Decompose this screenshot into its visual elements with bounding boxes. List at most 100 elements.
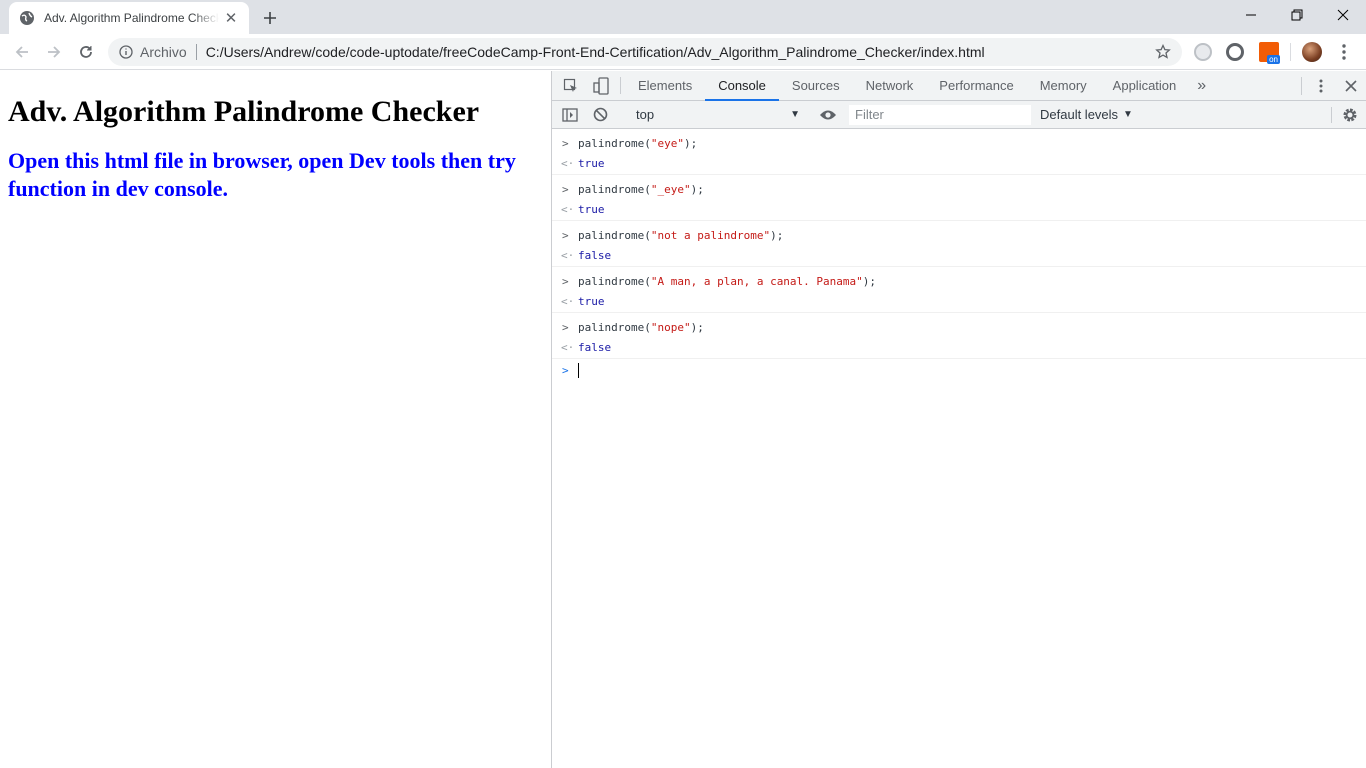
console-toolbar: top ▼ Default levels ▼ xyxy=(552,101,1366,129)
eye-icon xyxy=(820,110,836,119)
live-expression-button[interactable] xyxy=(813,109,843,121)
dark-mode-extension-icon[interactable] xyxy=(1226,43,1244,61)
tab-elements[interactable]: Elements xyxy=(625,71,705,100)
sidebar-toggle-icon xyxy=(562,107,578,122)
context-selector[interactable]: top ▼ xyxy=(628,104,804,126)
context-label: top xyxy=(636,107,655,122)
show-sidebar-button[interactable] xyxy=(555,107,585,122)
extension-badge-icon[interactable]: on xyxy=(1259,42,1280,64)
toolbar-divider xyxy=(1331,107,1332,123)
console-prompt-input[interactable]: > xyxy=(552,359,1366,381)
result-arrow-icon: <· xyxy=(561,156,575,170)
console-output: > palindrome("eye"); <· true > palindrom… xyxy=(552,129,1366,381)
back-button[interactable] xyxy=(8,38,36,66)
console-input-line: > palindrome("nope"); xyxy=(552,317,1366,337)
result-arrow-icon: <· xyxy=(561,248,575,262)
minimize-icon xyxy=(1246,14,1256,16)
device-icon xyxy=(593,76,609,95)
text-caret xyxy=(578,362,579,378)
prompt-chevron-icon: > xyxy=(562,363,569,377)
dropdown-arrow-icon: ▼ xyxy=(790,109,800,120)
url-text[interactable]: C:/Users/Andrew/code/code-uptodate/freeC… xyxy=(206,44,985,60)
command-argument: "eye" xyxy=(650,136,684,150)
tab-title: Adv. Algorithm Palindrome Checker xyxy=(44,11,219,25)
close-devtools-button[interactable] xyxy=(1336,71,1366,101)
more-tabs-button[interactable]: » xyxy=(1189,71,1214,100)
device-toolbar-button[interactable] xyxy=(586,71,616,100)
command-tail: ); xyxy=(690,320,704,334)
console-result-line: <· true xyxy=(552,199,1366,219)
arrow-right-icon xyxy=(48,46,61,58)
page-title: Adv. Algorithm Palindrome Checker xyxy=(8,95,480,128)
kebab-menu-icon xyxy=(1319,79,1323,93)
log-levels-dropdown[interactable]: Default levels ▼ xyxy=(1040,107,1133,122)
tab-application[interactable]: Application xyxy=(1100,71,1190,100)
restore-icon xyxy=(1291,9,1303,21)
devtools-window-controls xyxy=(1297,71,1366,101)
result-arrow-icon: <· xyxy=(561,340,575,354)
close-icon xyxy=(1345,80,1357,92)
address-bar[interactable]: Archivo C:/Users/Andrew/code/code-uptoda… xyxy=(108,38,1182,66)
clear-console-button[interactable] xyxy=(585,107,615,122)
console-settings-button[interactable] xyxy=(1340,105,1360,125)
web-page: Adv. Algorithm Palindrome Checker Open t… xyxy=(0,71,551,768)
console-input-line: > palindrome("_eye"); xyxy=(552,179,1366,199)
close-window-button[interactable] xyxy=(1320,0,1366,30)
console-input-line: > palindrome("A man, a plan, a canal. Pa… xyxy=(552,271,1366,291)
info-icon[interactable] xyxy=(118,44,134,60)
scheme-label: Archivo xyxy=(140,44,187,60)
inspect-cursor-icon xyxy=(563,78,577,92)
command-function: palindrome( xyxy=(578,320,651,334)
reload-icon xyxy=(80,46,92,58)
result-arrow-icon: <· xyxy=(561,202,575,216)
command-argument: "not a palindrome" xyxy=(650,228,771,242)
close-icon xyxy=(1337,9,1349,21)
minimize-button[interactable] xyxy=(1228,0,1274,30)
dropdown-arrow-icon: ▼ xyxy=(1123,109,1133,120)
avatar[interactable] xyxy=(1302,42,1322,62)
reload-button[interactable] xyxy=(72,38,100,66)
restore-button[interactable] xyxy=(1274,0,1320,30)
console-input-line: > palindrome("eye"); xyxy=(552,133,1366,153)
prompt-chevron-icon: > xyxy=(562,182,569,196)
browser-toolbar: Archivo C:/Users/Andrew/code/code-uptoda… xyxy=(0,34,1366,70)
result-value: true xyxy=(578,202,605,216)
new-tab-button[interactable] xyxy=(259,7,281,29)
command-function: palindrome( xyxy=(578,274,651,288)
bookmark-star-icon[interactable] xyxy=(1154,43,1172,61)
result-value: true xyxy=(578,156,605,170)
command-tail: ); xyxy=(683,136,698,150)
tab-close-icon[interactable]: ✕ xyxy=(223,10,239,27)
command-argument: "_eye" xyxy=(650,182,691,196)
tab-sources[interactable]: Sources xyxy=(779,71,853,100)
filter-input[interactable] xyxy=(849,104,1031,125)
tab-memory[interactable]: Memory xyxy=(1027,71,1100,100)
console-entry: > palindrome("nope"); <· false xyxy=(552,313,1366,359)
console-input-line: > palindrome("not a palindrome"); xyxy=(552,225,1366,245)
console-entry: > palindrome("not a palindrome"); <· fal… xyxy=(552,221,1366,267)
tab-strip: Adv. Algorithm Palindrome Checker ✕ xyxy=(0,0,1366,34)
result-value: true xyxy=(578,294,605,308)
extension-icon-1[interactable] xyxy=(1194,43,1212,61)
gear-icon xyxy=(1343,108,1357,122)
command-tail: ); xyxy=(862,274,877,288)
inspect-element-button[interactable] xyxy=(556,71,586,100)
command-function: palindrome( xyxy=(578,136,651,150)
tab-network[interactable]: Network xyxy=(853,71,927,100)
tab-console[interactable]: Console xyxy=(705,71,779,101)
clear-console-icon xyxy=(593,107,607,122)
browser-tab[interactable]: Adv. Algorithm Palindrome Checker ✕ xyxy=(9,2,249,34)
prompt-chevron-icon: > xyxy=(562,320,569,334)
command-argument: "nope" xyxy=(650,320,691,334)
console-entry: > palindrome("_eye"); <· true xyxy=(552,175,1366,221)
tab-performance[interactable]: Performance xyxy=(926,71,1026,100)
extension-badge-label: on xyxy=(1267,55,1280,64)
devtools-menu-button[interactable] xyxy=(1306,71,1336,101)
result-arrow-icon: <· xyxy=(561,294,575,308)
globe-icon xyxy=(19,10,35,26)
chrome-menu-button[interactable] xyxy=(1330,38,1358,66)
console-result-line: <· true xyxy=(552,153,1366,173)
command-argument: "A man, a plan, a canal. Panama" xyxy=(650,274,863,288)
forward-button[interactable] xyxy=(40,38,68,66)
prompt-chevron-icon: > xyxy=(562,274,569,288)
